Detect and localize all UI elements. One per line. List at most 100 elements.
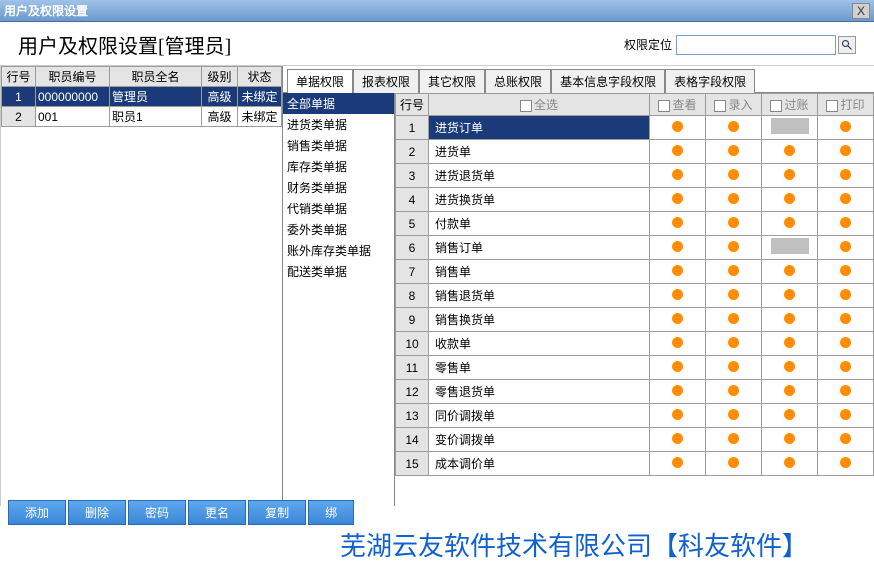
button-更名[interactable]: 更名 (188, 500, 246, 525)
category-item[interactable]: 财务类单据 (283, 177, 394, 198)
table-row[interactable]: 2001职员1高级未绑定 (2, 107, 282, 127)
dot-icon[interactable] (672, 361, 683, 372)
table-row[interactable]: 11零售单 (396, 356, 874, 380)
dot-icon[interactable] (728, 121, 739, 132)
dot-icon[interactable] (728, 169, 739, 180)
search-icon[interactable] (838, 36, 856, 54)
dot-icon[interactable] (672, 313, 683, 324)
dot-icon[interactable] (784, 361, 795, 372)
table-row[interactable]: 15成本调价单 (396, 452, 874, 476)
dot-icon[interactable] (672, 385, 683, 396)
tab-5[interactable]: 表格字段权限 (665, 69, 755, 93)
table-row[interactable]: 5付款单 (396, 212, 874, 236)
dot-icon[interactable] (840, 145, 851, 156)
dot-icon[interactable] (784, 457, 795, 468)
dot-icon[interactable] (784, 217, 795, 228)
dot-icon[interactable] (840, 457, 851, 468)
dot-icon[interactable] (784, 313, 795, 324)
table-row[interactable]: 4进货换货单 (396, 188, 874, 212)
dot-icon[interactable] (672, 337, 683, 348)
dot-icon[interactable] (728, 385, 739, 396)
table-row[interactable]: 1进货订单 (396, 116, 874, 140)
table-row[interactable]: 14变价调拨单 (396, 428, 874, 452)
tab-2[interactable]: 其它权限 (419, 69, 485, 93)
permission-table[interactable]: 行号 全选 查看 录入 过账 打印 1进货订单2进货单3进货退货单4进货换货单5… (395, 93, 874, 476)
button-绑[interactable]: 绑 (308, 500, 354, 525)
dot-icon[interactable] (728, 265, 739, 276)
dot-icon[interactable] (728, 457, 739, 468)
dot-icon[interactable] (840, 409, 851, 420)
category-item[interactable]: 代销类单据 (283, 198, 394, 219)
dot-icon[interactable] (840, 313, 851, 324)
dot-icon[interactable] (672, 169, 683, 180)
dot-icon[interactable] (784, 145, 795, 156)
dot-icon[interactable] (784, 265, 795, 276)
table-row[interactable]: 8销售退货单 (396, 284, 874, 308)
dot-icon[interactable] (672, 241, 683, 252)
table-row[interactable]: 13同价调拨单 (396, 404, 874, 428)
pcol-view[interactable]: 查看 (650, 94, 706, 116)
tab-4[interactable]: 基本信息字段权限 (551, 69, 665, 93)
category-item[interactable]: 进货类单据 (283, 114, 394, 135)
dot-icon[interactable] (728, 337, 739, 348)
pcol-post[interactable]: 过账 (762, 94, 818, 116)
dot-icon[interactable] (840, 121, 851, 132)
dot-icon[interactable] (784, 433, 795, 444)
dot-icon[interactable] (840, 265, 851, 276)
dot-icon[interactable] (784, 169, 795, 180)
table-row[interactable]: 7销售单 (396, 260, 874, 284)
employee-table[interactable]: 行号 职员编号 职员全名 级别 状态 1000000000管理员高级未绑定200… (1, 66, 282, 127)
button-添加[interactable]: 添加 (8, 500, 66, 525)
dot-icon[interactable] (728, 217, 739, 228)
button-复制[interactable]: 复制 (248, 500, 306, 525)
dot-icon[interactable] (840, 289, 851, 300)
button-删除[interactable]: 删除 (68, 500, 126, 525)
category-item[interactable]: 库存类单据 (283, 156, 394, 177)
dot-icon[interactable] (672, 265, 683, 276)
dot-icon[interactable] (840, 217, 851, 228)
dot-icon[interactable] (784, 289, 795, 300)
dot-icon[interactable] (728, 145, 739, 156)
table-row[interactable]: 2进货单 (396, 140, 874, 164)
dot-icon[interactable] (672, 433, 683, 444)
dot-icon[interactable] (672, 409, 683, 420)
dot-icon[interactable] (672, 193, 683, 204)
pcol-all[interactable]: 全选 (429, 94, 650, 116)
table-row[interactable]: 10收款单 (396, 332, 874, 356)
pcol-entry[interactable]: 录入 (706, 94, 762, 116)
dot-icon[interactable] (672, 121, 683, 132)
dot-icon[interactable] (784, 337, 795, 348)
table-row[interactable]: 1000000000管理员高级未绑定 (2, 87, 282, 107)
button-密码[interactable]: 密码 (128, 500, 186, 525)
dot-icon[interactable] (728, 289, 739, 300)
dot-icon[interactable] (840, 169, 851, 180)
dot-icon[interactable] (840, 385, 851, 396)
search-input[interactable] (676, 35, 836, 55)
dot-icon[interactable] (840, 433, 851, 444)
close-icon[interactable]: X (852, 3, 870, 19)
dot-icon[interactable] (728, 193, 739, 204)
dot-icon[interactable] (728, 313, 739, 324)
category-item[interactable]: 委外类单据 (283, 219, 394, 240)
dot-icon[interactable] (840, 337, 851, 348)
dot-icon[interactable] (728, 409, 739, 420)
table-row[interactable]: 3进货退货单 (396, 164, 874, 188)
tab-1[interactable]: 报表权限 (353, 69, 419, 93)
dot-icon[interactable] (672, 289, 683, 300)
dot-icon[interactable] (672, 145, 683, 156)
dot-icon[interactable] (840, 361, 851, 372)
tab-0[interactable]: 单据权限 (287, 69, 353, 93)
dot-icon[interactable] (728, 241, 739, 252)
dot-icon[interactable] (784, 409, 795, 420)
category-item[interactable]: 全部单据 (283, 93, 394, 114)
category-item[interactable]: 账外库存类单据 (283, 240, 394, 261)
pcol-print[interactable]: 打印 (818, 94, 874, 116)
dot-icon[interactable] (728, 361, 739, 372)
dot-icon[interactable] (784, 385, 795, 396)
dot-icon[interactable] (840, 241, 851, 252)
tab-3[interactable]: 总账权限 (485, 69, 551, 93)
dot-icon[interactable] (784, 193, 795, 204)
dot-icon[interactable] (672, 217, 683, 228)
category-item[interactable]: 销售类单据 (283, 135, 394, 156)
table-row[interactable]: 9销售换货单 (396, 308, 874, 332)
